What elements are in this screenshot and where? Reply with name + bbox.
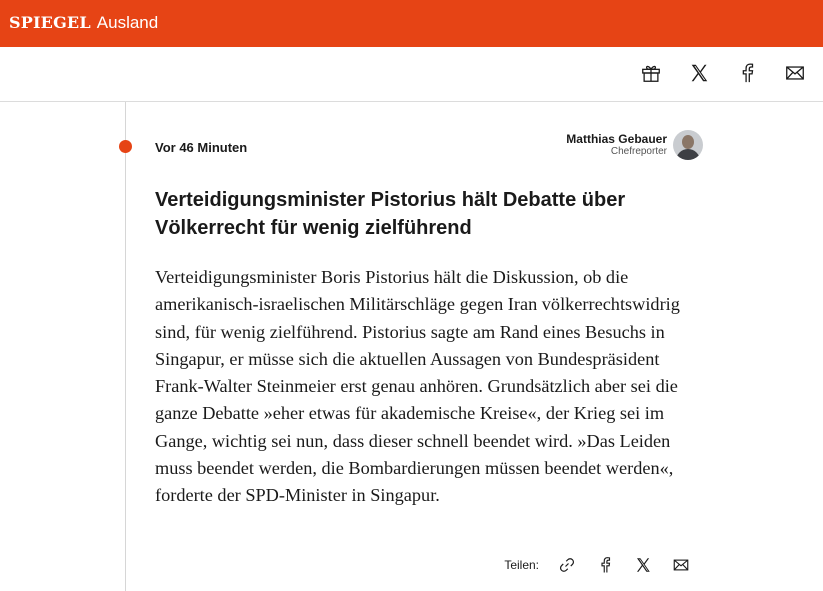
avatar-body [676, 149, 700, 160]
brand[interactable]: SPIEGEL Ausland [9, 13, 158, 33]
mail-icon[interactable] [783, 61, 807, 85]
timeline-line [125, 102, 126, 591]
share-bar [0, 47, 823, 102]
avatar[interactable] [673, 130, 703, 160]
author-name[interactable]: Matthias Gebauer [566, 132, 667, 146]
entry-body: Verteidigungsminister Boris Pistorius hä… [155, 267, 680, 506]
top-share-icons [639, 61, 807, 85]
top-bar: SPIEGEL Ausland [0, 0, 823, 47]
section-label[interactable]: Ausland [97, 13, 158, 33]
author-role: Chefreporter [610, 146, 667, 158]
facebook-icon[interactable] [735, 61, 759, 85]
x-icon[interactable] [631, 553, 655, 577]
gift-icon[interactable] [639, 61, 663, 85]
entry-headline: Verteidigungsminister Pistorius hält Deb… [155, 189, 626, 239]
link-icon[interactable] [555, 553, 579, 577]
share-label: Teilen: [504, 558, 539, 572]
avatar-head [682, 135, 694, 149]
timeline-marker [119, 140, 132, 153]
timestamp: Vor 46 Minuten [155, 140, 248, 155]
entry-meta: Vor 46 Minuten Matthias Gebauer Chefrepo… [155, 102, 703, 170]
x-icon[interactable] [687, 61, 711, 85]
author-block[interactable]: Matthias Gebauer Chefreporter [566, 130, 703, 160]
spiegel-logo[interactable]: SPIEGEL [9, 13, 91, 32]
ticker-entry: Vor 46 Minuten Matthias Gebauer Chefrepo… [155, 102, 703, 573]
author-text: Matthias Gebauer Chefreporter [566, 132, 667, 158]
entry-share: Teilen: [504, 553, 693, 577]
facebook-icon[interactable] [593, 553, 617, 577]
mail-icon[interactable] [669, 553, 693, 577]
